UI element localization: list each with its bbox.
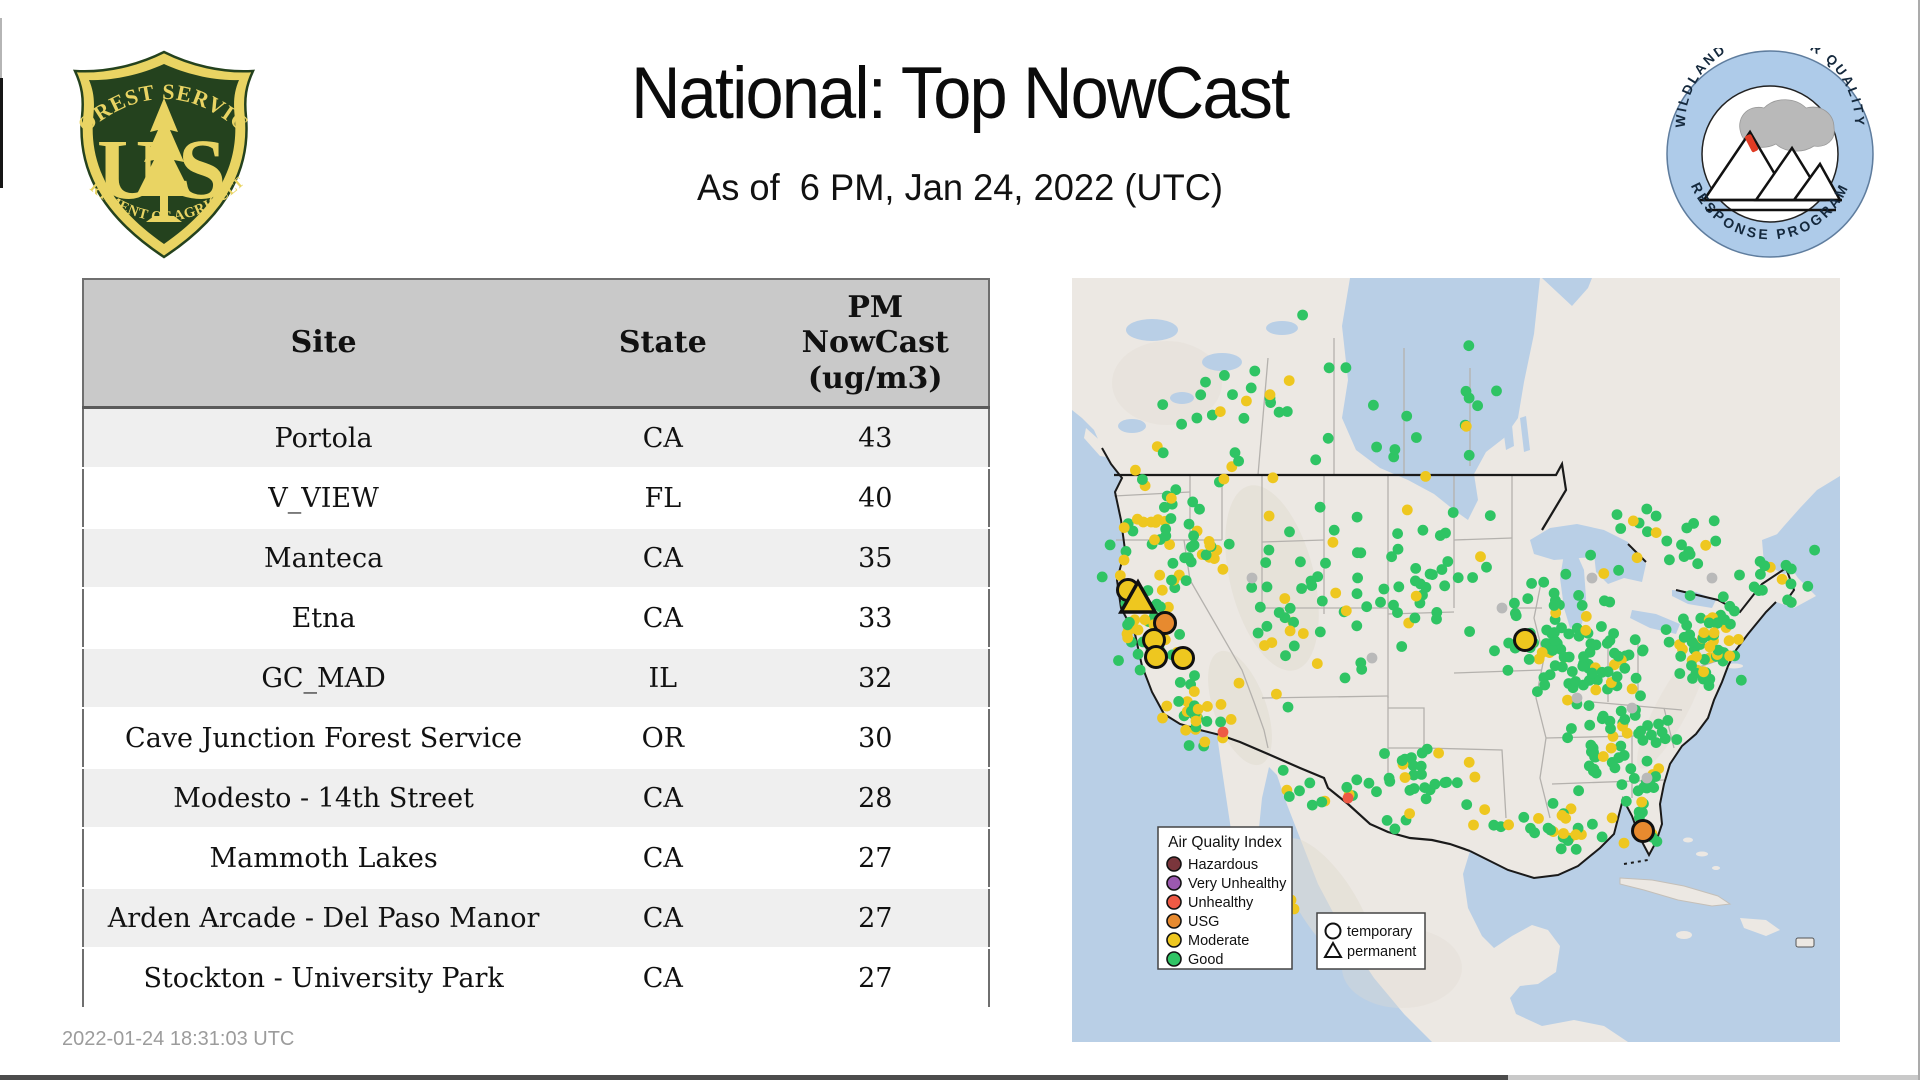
state-cell: FL — [563, 468, 762, 528]
state-cell: CA — [563, 528, 762, 588]
pm-cell: 32 — [762, 648, 989, 708]
table-row[interactable]: Mammoth LakesCA27 — [83, 828, 989, 888]
page-subtitle: As of 6 PM, Jan 24, 2022 (UTC) — [19, 167, 1901, 209]
legend-swatch-unhealthy — [1167, 895, 1181, 909]
legend-swatch-very_unhealthy — [1167, 876, 1181, 890]
table-row[interactable]: GC_MADIL32 — [83, 648, 989, 708]
usfs-shield-icon: FOREST SERVICE DEPARTMENT OF AGRICULTURE… — [62, 40, 266, 268]
state-cell: CA — [563, 588, 762, 648]
monitor-dot — [1642, 773, 1653, 784]
legend-label: Very Unhealthy — [1188, 876, 1287, 892]
monitor-dot — [1627, 703, 1638, 714]
state-cell: CA — [563, 888, 762, 948]
header: National: Top NowCast As of 6 PM, Jan 24… — [0, 52, 1920, 209]
monitor-dot — [1247, 573, 1258, 584]
legend-label: Good — [1188, 952, 1223, 968]
table-row[interactable]: Stockton - University ParkCA27 — [83, 948, 989, 1008]
state-cell: CA — [563, 408, 762, 469]
state-cell: IL — [563, 648, 762, 708]
table-row[interactable]: EtnaCA33 — [83, 588, 989, 648]
usfs-logo: FOREST SERVICE DEPARTMENT OF AGRICULTURE… — [62, 40, 266, 268]
site-cell: Etna — [83, 588, 563, 648]
table-row[interactable]: MantecaCA35 — [83, 528, 989, 588]
pm-cell: 40 — [762, 468, 989, 528]
pm-cell: 27 — [762, 828, 989, 888]
pm-cell: 43 — [762, 408, 989, 469]
site-cell: V_VIEW — [83, 468, 563, 528]
legend-swatch-usg — [1167, 914, 1181, 928]
page-title: National: Top NowCast — [631, 52, 1288, 135]
monitor-dot — [1497, 603, 1508, 614]
site-cell: Manteca — [83, 528, 563, 588]
legend-swatch-good — [1167, 952, 1181, 966]
site-cell: Stockton - University Park — [83, 948, 563, 1008]
table-row[interactable]: PortolaCA43 — [83, 408, 989, 469]
top-site-circle-marker[interactable] — [1633, 821, 1654, 842]
site-cell: Arden Arcade - Del Paso Manor — [83, 888, 563, 948]
pm-cell: 28 — [762, 768, 989, 828]
col-header-pm: PM NowCast (ug/m3) — [762, 279, 989, 408]
monitor-dot — [1707, 573, 1718, 584]
pm-cell: 35 — [762, 528, 989, 588]
table-row[interactable]: Arden Arcade - Del Paso ManorCA27 — [83, 888, 989, 948]
top-site-circle-marker[interactable] — [1146, 647, 1167, 668]
table-row[interactable]: Modesto - 14th StreetCA28 — [83, 768, 989, 828]
svg-text:S: S — [178, 121, 226, 217]
monitor-dot — [1343, 793, 1354, 804]
wfaqrp-logo: WILDLAND FIRE • AIR QUALITY RESPONSE PRO… — [1664, 48, 1876, 260]
table-row[interactable]: Cave Junction Forest ServiceOR30 — [83, 708, 989, 768]
site-cell: Mammoth Lakes — [83, 828, 563, 888]
pm-cell: 27 — [762, 948, 989, 1008]
window-edge-left-dark — [0, 78, 3, 188]
col-header-site: Site — [83, 279, 563, 408]
state-cell: OR — [563, 708, 762, 768]
legend-label: permanent — [1347, 944, 1416, 960]
legend-label: temporary — [1347, 924, 1413, 940]
window-edge-left — [0, 18, 2, 78]
table-header-row: Site State PM NowCast (ug/m3) — [83, 279, 989, 408]
state-cell: CA — [563, 828, 762, 888]
wfaqrp-logo-icon: WILDLAND FIRE • AIR QUALITY RESPONSE PRO… — [1664, 48, 1876, 260]
site-cell: Modesto - 14th Street — [83, 768, 563, 828]
top-site-circle-marker[interactable] — [1173, 648, 1194, 669]
legend-swatch-moderate — [1167, 933, 1181, 947]
progress-bar-filled[interactable] — [0, 1075, 1508, 1080]
monitor-dot — [1587, 573, 1598, 584]
state-cell: CA — [563, 768, 762, 828]
site-cell: Cave Junction Forest Service — [83, 708, 563, 768]
pm-cell: 30 — [762, 708, 989, 768]
monitor-dot — [1218, 727, 1229, 738]
pm-cell: 33 — [762, 588, 989, 648]
top-nowcast-table: Site State PM NowCast (ug/m3) PortolaCA4… — [82, 278, 990, 1009]
state-cell: CA — [563, 948, 762, 1008]
legend-label: Hazardous — [1188, 857, 1258, 873]
svg-text:Air Quality Index: Air Quality Index — [1168, 834, 1282, 851]
table-row[interactable]: V_VIEWFL40 — [83, 468, 989, 528]
aqi-monitor-map[interactable]: Air Quality Index Hazardous Very Unhealth… — [1072, 278, 1840, 1042]
aqi-legend: Air Quality Index Hazardous Very Unhealth… — [1158, 827, 1292, 969]
legend-swatch-hazardous — [1167, 857, 1181, 871]
monitor-type-legend: temporary permanent — [1317, 913, 1425, 969]
pm-cell: 27 — [762, 888, 989, 948]
legend-label: Moderate — [1188, 933, 1249, 949]
progress-bar-remaining[interactable] — [1508, 1075, 1920, 1080]
top-site-circle-marker[interactable] — [1515, 630, 1536, 651]
site-cell: GC_MAD — [83, 648, 563, 708]
col-header-state: State — [563, 279, 762, 408]
temporary-monitor-icon — [1326, 924, 1341, 939]
legend-label: USG — [1188, 914, 1219, 930]
render-timestamp: 2022-01-24 18:31:03 UTC — [62, 1028, 294, 1051]
site-cell: Portola — [83, 408, 563, 469]
legend-label: Unhealthy — [1188, 895, 1254, 911]
monitor-dot — [1572, 693, 1583, 704]
monitor-dot — [1367, 653, 1378, 664]
